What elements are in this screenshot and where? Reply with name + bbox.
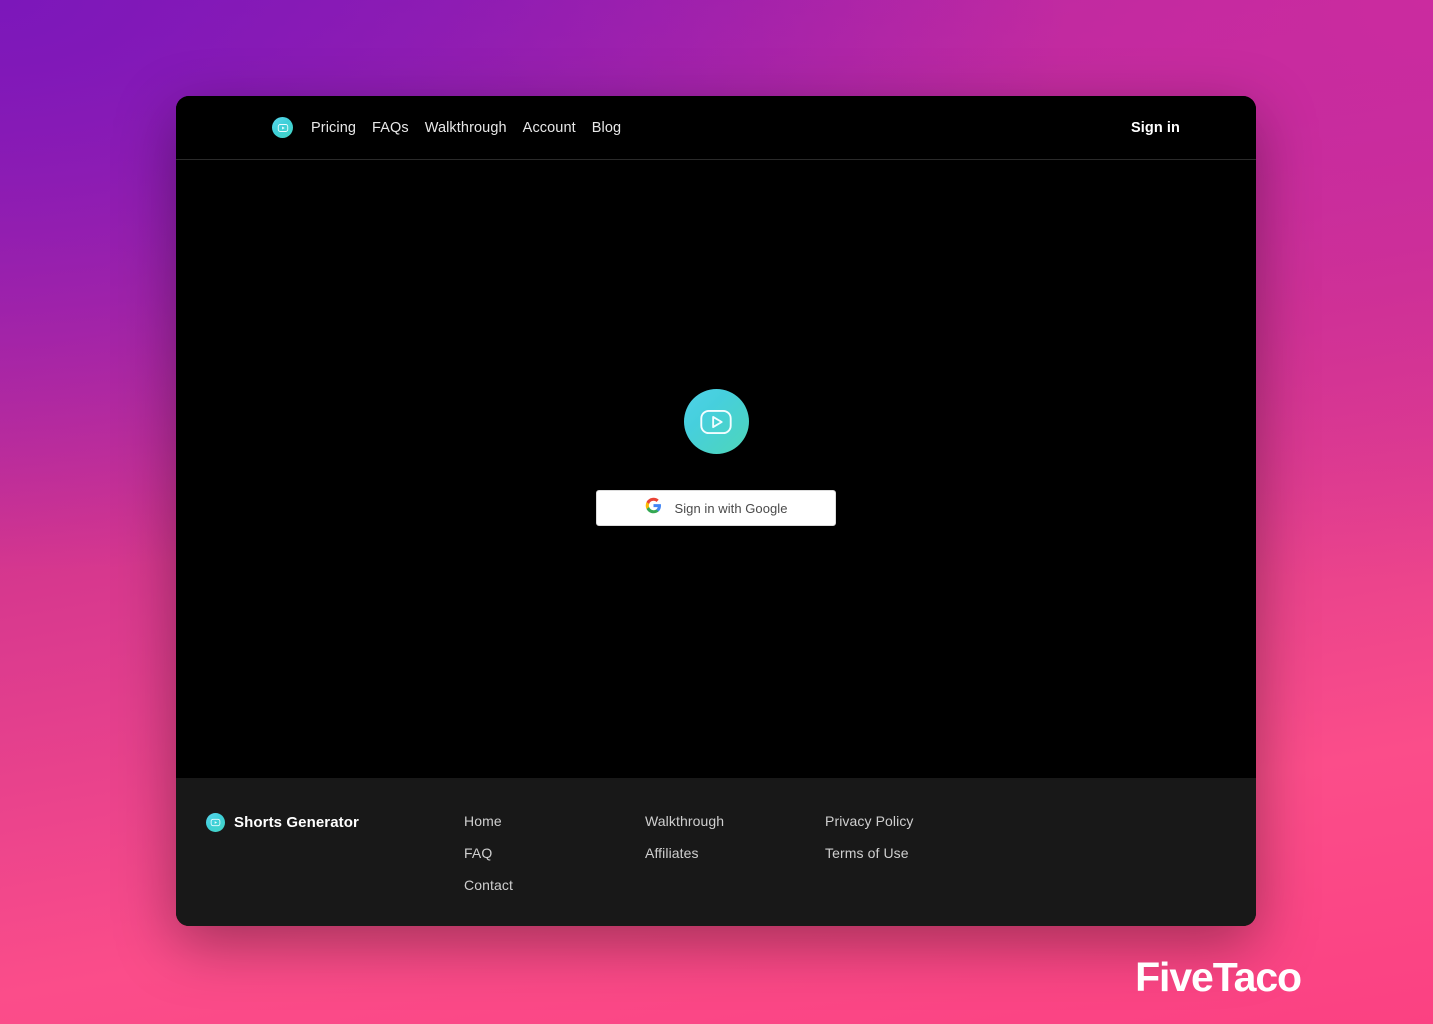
site-footer: Shorts Generator Home FAQ Contact Walkth… [176,778,1256,926]
footer-brand[interactable]: Shorts Generator [192,813,464,832]
hero-play-rect-icon [683,389,749,454]
nav-link-walkthrough[interactable]: Walkthrough [425,120,507,136]
main-nav: Pricing FAQs Walkthrough Account Blog [311,120,621,136]
nav-link-pricing[interactable]: Pricing [311,120,356,136]
footer-brand-name: Shorts Generator [234,814,359,831]
google-g-icon [645,497,662,519]
footer-link-home[interactable]: Home [464,814,645,828]
footer-link-terms-of-use[interactable]: Terms of Use [825,846,1005,860]
footer-column-2: Walkthrough Affiliates [645,813,825,860]
nav-link-account[interactable]: Account [523,120,576,136]
nav-link-faqs[interactable]: FAQs [372,120,409,136]
site-header: Pricing FAQs Walkthrough Account Blog Si… [176,96,1256,160]
footer-link-walkthrough[interactable]: Walkthrough [645,814,825,828]
footer-link-contact[interactable]: Contact [464,878,645,892]
sign-in-with-google-button[interactable]: Sign in with Google [596,490,836,526]
app-window-card: Pricing FAQs Walkthrough Account Blog Si… [176,96,1256,926]
google-signin-label: Sign in with Google [674,500,788,516]
footer-link-privacy-policy[interactable]: Privacy Policy [825,814,1005,828]
fivetaco-watermark: FiveTaco [1135,954,1302,1000]
footer-link-faq[interactable]: FAQ [464,846,645,860]
footer-link-affiliates[interactable]: Affiliates [645,846,825,860]
nav-link-blog[interactable]: Blog [592,120,621,136]
footer-logo-icon [206,813,225,832]
footer-column-1: Home FAQ Contact [464,813,645,892]
main-stage: Sign in with Google [176,160,1256,778]
sign-in-link[interactable]: Sign in [1131,120,1180,136]
header-actions: Sign in [1131,119,1180,137]
footer-column-3: Privacy Policy Terms of Use [825,813,1005,860]
header-logo-icon[interactable] [272,117,293,138]
